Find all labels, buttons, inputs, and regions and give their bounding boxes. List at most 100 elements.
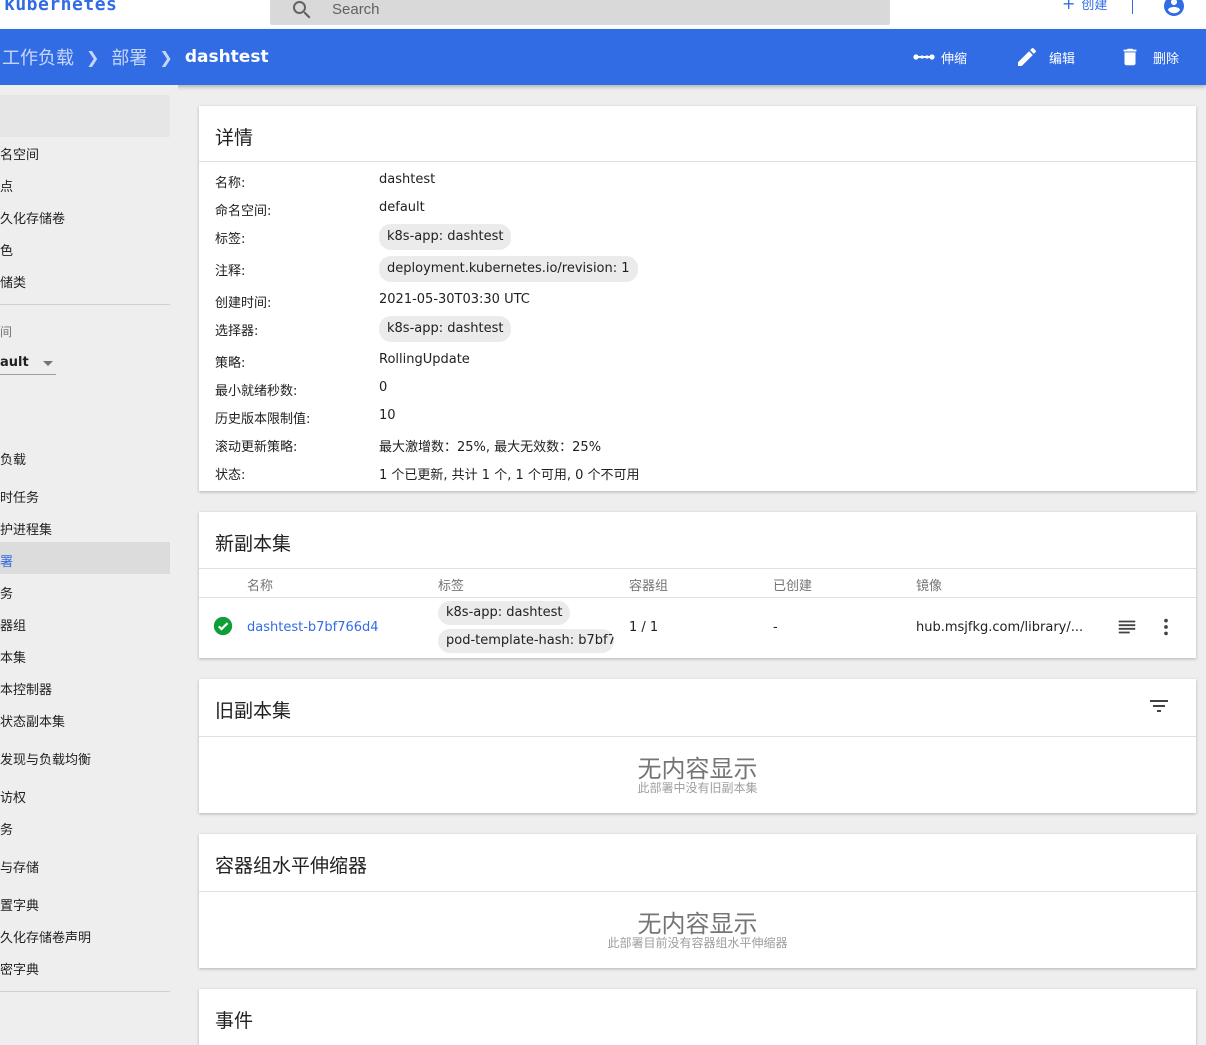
new-replicasets-card: 新副本集 名称 标签 容器组 已创建 镜像 dashtest-b7bf766d4…: [199, 512, 1196, 658]
breadcrumb: 工作负载 ❯ 部署 ❯ dashtest: [2, 29, 269, 85]
detail-value: 10: [379, 408, 396, 423]
create-label: 创建: [1081, 0, 1108, 13]
empty-state-subtitle: 此部署中没有旧副本集: [637, 781, 758, 795]
namespace-label: 间: [0, 325, 13, 339]
search-input[interactable]: [332, 0, 872, 20]
card-title: 容器组水平伸缩器: [215, 855, 368, 877]
detail-value: RollingUpdate: [379, 352, 470, 367]
chevron-right-icon: ❯: [159, 47, 173, 67]
detail-key: 选择器:: [215, 324, 259, 339]
table-header-divider: [199, 597, 1196, 598]
annotation-chip: deployment.kubernetes.io/revision: 1: [379, 256, 638, 282]
sidebar-item-cronjobs[interactable]: 时任务: [0, 487, 39, 506]
account-icon[interactable]: [1162, 0, 1186, 18]
hpa-card: 容器组水平伸缩器 无内容显示 此部署目前没有容器组水平伸缩器: [199, 834, 1196, 968]
image-name: hub.msjfkg.com/library/...: [916, 620, 1084, 635]
label-chip: pod-template-hash: b7bf7...: [438, 629, 614, 653]
sidebar-item-nodes[interactable]: 点: [0, 176, 13, 195]
search-icon: [293, 1, 311, 19]
sidebar-item-replicasets[interactable]: 本集: [0, 647, 26, 666]
details-card: 详情 名称: dashtest 命名空间: default 标签: k8s-ap…: [199, 106, 1196, 491]
scale-icon: [913, 54, 935, 60]
detail-key: 历史版本限制值:: [215, 412, 311, 427]
scale-label: 伸缩: [941, 51, 968, 67]
label-chip: k8s-app: dashtest: [379, 224, 512, 250]
logs-icon[interactable]: [1116, 616, 1138, 638]
card-title: 旧副本集: [215, 700, 292, 722]
detail-key: 命名空间:: [215, 204, 272, 219]
sidebar-item-pods[interactable]: 器组: [0, 615, 26, 634]
filter-icon[interactable]: [1147, 694, 1171, 718]
sidebar-active-highlight: [0, 542, 170, 574]
sidebar-section-header: [0, 95, 170, 137]
create-button[interactable]: + 创建: [1062, 0, 1107, 13]
events-card: 事件: [199, 989, 1196, 1045]
created-time: -: [773, 620, 778, 635]
sidebar-item-secrets[interactable]: 密字典: [0, 959, 39, 978]
detail-key: 滚动更新策略:: [215, 440, 298, 455]
pods-count: 1 / 1: [629, 620, 659, 635]
breadcrumb-current: dashtest: [184, 47, 269, 67]
action-toolbar: 工作负载 ❯ 部署 ❯ dashtest 伸缩 编辑 删除: [0, 29, 1206, 85]
card-divider: [199, 891, 1196, 892]
detail-value: 2021-05-30T03:30 UTC: [379, 292, 530, 307]
edit-icon: [1018, 47, 1037, 66]
card-divider: [199, 568, 1196, 569]
column-header-pods: 容器组: [629, 579, 669, 594]
top-bar: kubernetes + 创建: [0, 0, 1206, 29]
card-divider: [199, 161, 1196, 162]
column-header-name[interactable]: 名称: [247, 575, 273, 594]
sidebar-item-namespaces[interactable]: 名空间: [0, 144, 39, 163]
sidebar-item-services[interactable]: 务: [0, 819, 13, 838]
namespace-select-underline: [0, 374, 56, 375]
card-title: 新副本集: [215, 533, 292, 555]
card-title: 事件: [215, 1010, 254, 1032]
sidebar-item-jobs[interactable]: 务: [0, 583, 13, 602]
card-divider: [199, 736, 1196, 737]
edit-label: 编辑: [1049, 51, 1076, 67]
sidebar-item-access[interactable]: 访权: [0, 787, 26, 806]
kubernetes-logo[interactable]: kubernetes: [4, 0, 117, 15]
sidebar-item-workloads[interactable]: 负载: [0, 449, 26, 468]
breadcrumb-item-deployments[interactable]: 部署: [111, 44, 147, 70]
card-title: 详情: [215, 127, 254, 149]
delete-icon: [1123, 48, 1137, 66]
delete-button[interactable]: 删除: [1119, 29, 1179, 85]
edit-button[interactable]: 编辑: [1015, 29, 1075, 85]
detail-value: 0: [379, 380, 388, 395]
replicaset-name-link[interactable]: dashtest-b7bf766d4: [247, 620, 379, 635]
sidebar-item-deployments[interactable]: 署: [0, 551, 13, 570]
sidebar-divider: [0, 991, 170, 992]
detail-key: 名称:: [215, 176, 246, 191]
column-header-created[interactable]: 已创建: [773, 575, 812, 594]
sidebar-item-storage-classes[interactable]: 储类: [0, 272, 26, 291]
add-icon: +: [1062, 0, 1076, 13]
detail-key: 标签:: [215, 232, 246, 247]
sidebar-item-configmaps[interactable]: 置字典: [0, 895, 39, 914]
sidebar-item-daemonsets[interactable]: 护进程集: [0, 519, 52, 538]
sidebar-item-config-storage[interactable]: 与存储: [0, 857, 39, 876]
sidebar-item-roles[interactable]: 色: [0, 240, 13, 259]
detail-key: 创建时间:: [215, 296, 272, 311]
label-chip: k8s-app: dashtest: [438, 601, 571, 625]
sidebar-item-statefulsets[interactable]: 状态副本集: [0, 711, 65, 730]
old-replicasets-card: 旧副本集 无内容显示 此部署中没有旧副本集: [199, 679, 1196, 813]
sidebar-nav: 名空间 点 久化存储卷 色 储类 间 ault 负载 时任务 护进程集 署 务 …: [0, 85, 178, 1045]
detail-value: 最大激增数：25%, 最大无效数：25%: [379, 440, 602, 455]
sidebar-item-pvc[interactable]: 久化存储卷声明: [0, 927, 91, 946]
detail-value: 1 个已更新, 共计 1 个, 1 个可用, 0 个不可用: [379, 468, 640, 483]
empty-state-subtitle: 此部署目前没有容器组水平伸缩器: [607, 936, 788, 950]
namespace-select[interactable]: ault: [0, 355, 29, 370]
more-vert-icon[interactable]: [1155, 616, 1177, 638]
detail-key: 注释:: [215, 264, 246, 279]
check-circle-icon: [213, 616, 233, 636]
detail-key: 状态:: [215, 468, 246, 483]
sidebar-item-replication-controllers[interactable]: 本控制器: [0, 679, 52, 698]
dropdown-caret-icon[interactable]: [43, 361, 53, 366]
detail-key: 策略:: [215, 356, 246, 371]
sidebar-item-discovery[interactable]: 发现与负载均衡: [0, 749, 91, 768]
scale-button[interactable]: 伸缩: [913, 29, 967, 85]
sidebar-item-persistent-volumes[interactable]: 久化存储卷: [0, 208, 65, 227]
search-bar[interactable]: [270, 0, 890, 25]
breadcrumb-item-workloads[interactable]: 工作负载: [2, 44, 74, 70]
